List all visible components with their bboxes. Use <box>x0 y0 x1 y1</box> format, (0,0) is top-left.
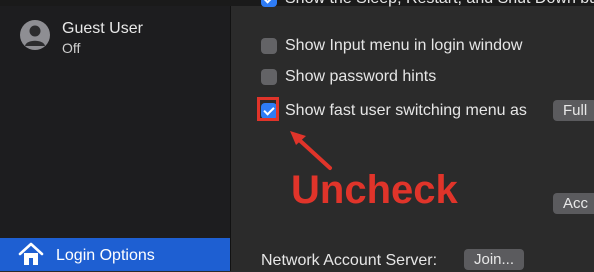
login-options-panel: Show the Sleep, Restart, and Shut Down b… <box>231 0 594 271</box>
sleep-restart-shutdown-checkbox[interactable] <box>261 0 277 7</box>
annotation-highlight-box <box>257 97 279 121</box>
join-button[interactable]: Join... <box>464 249 525 270</box>
users-sidebar: Guest User Off Login Options <box>0 6 231 271</box>
input-menu-checkbox[interactable] <box>261 38 277 54</box>
annotation-arrow-icon <box>290 131 332 170</box>
annotation-uncheck-text: Uncheck <box>291 168 458 212</box>
guest-user-name: Guest User <box>62 20 143 37</box>
house-icon <box>18 241 44 272</box>
option-label: Show Input menu in login window <box>285 37 523 54</box>
password-hints-checkbox[interactable] <box>261 69 277 85</box>
option-label: Show password hints <box>285 68 437 85</box>
accessibility-button[interactable]: Acc <box>553 193 594 214</box>
network-account-server-label: Network Account Server: <box>261 252 438 269</box>
fast-switch-dropdown[interactable]: Full <box>553 100 594 121</box>
person-avatar-icon <box>20 20 50 50</box>
sidebar-item-login-options[interactable]: Login Options <box>0 238 230 271</box>
option-label: Show fast user switching menu as <box>285 102 527 119</box>
option-label: Show the Sleep, Restart, and Shut Down b… <box>285 0 594 8</box>
guest-user-status: Off <box>62 40 81 56</box>
sidebar-item-label: Login Options <box>56 247 155 264</box>
